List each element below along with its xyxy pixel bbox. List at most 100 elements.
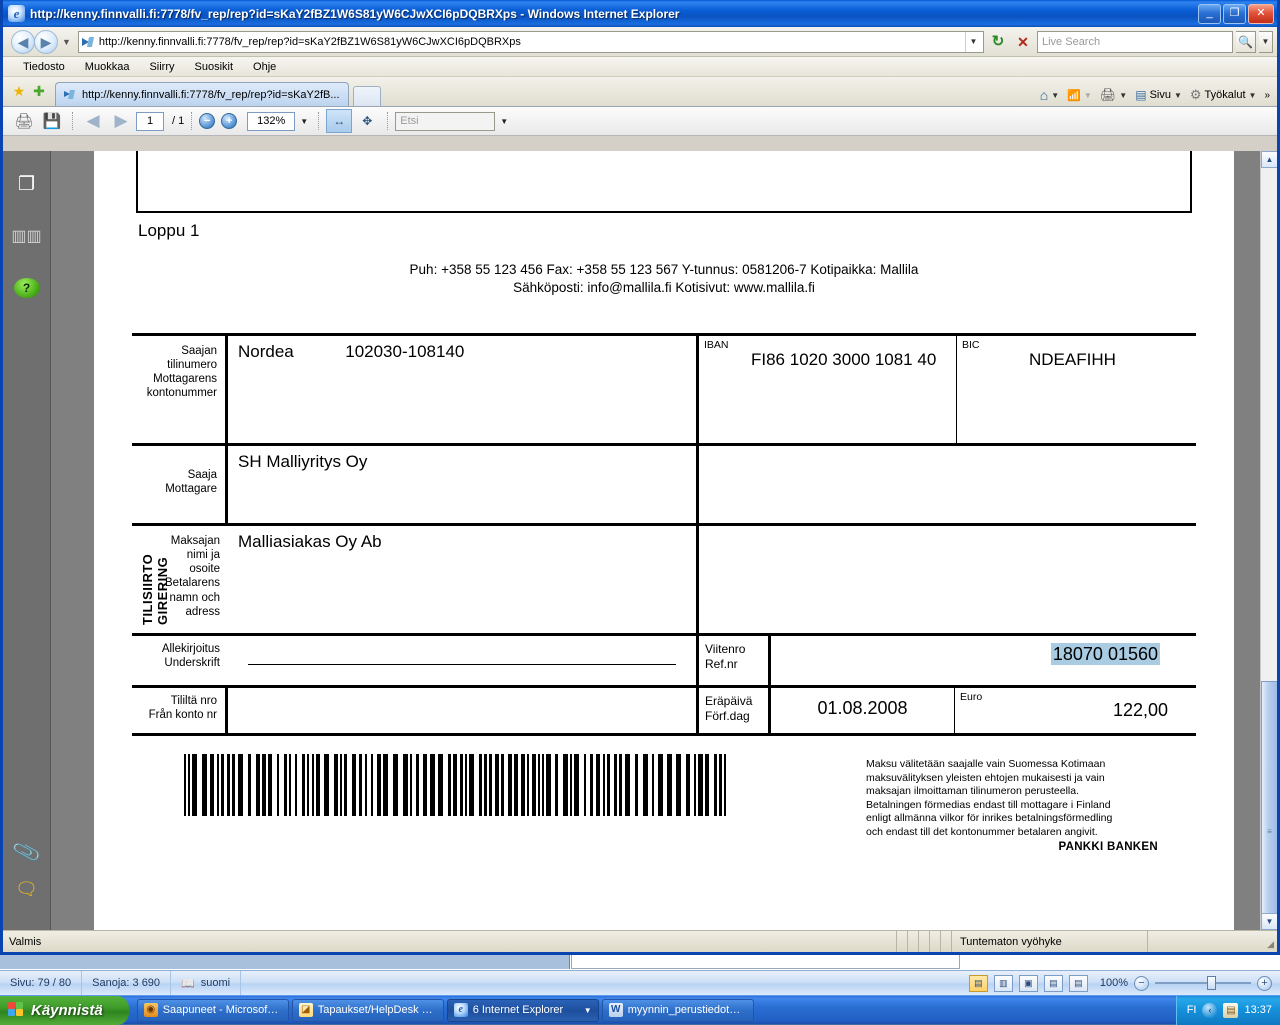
print-layout-view-button[interactable]: ▤ — [969, 975, 988, 992]
taskbar-item-label: myynnin_perustiedot… — [628, 1004, 741, 1016]
taskbar-item-outlook[interactable]: ◉ Saapuneet - Microsof… — [137, 999, 289, 1022]
word-word-count[interactable]: Sanoja: 3 690 — [82, 971, 171, 995]
search-icon[interactable]: 🔍 — [1236, 31, 1256, 53]
web-layout-view-button[interactable]: ▣ — [1019, 975, 1038, 992]
word-page-indicator[interactable]: Sivu: 79 / 80 — [0, 971, 82, 995]
zoom-chevron-down-icon[interactable]: ▼ — [297, 112, 311, 131]
toolbar-overflow-icon[interactable]: » — [1261, 90, 1273, 101]
print-button[interactable]: 🖨 ▼ — [1097, 87, 1130, 103]
tray-application-icon[interactable]: ▤ — [1223, 1003, 1238, 1018]
tools-menu-chevron-down-icon[interactable]: ▼ — [1249, 91, 1257, 100]
tab-bar: ★ ✚ http://kenny.finnvalli.fi:7778/fv_re… — [3, 77, 1277, 107]
recent-pages-chevron-down-icon[interactable]: ▼ — [62, 37, 71, 47]
reference-label: Viitenro Ref.nr — [699, 636, 771, 685]
menu-item-ohje[interactable]: Ohje — [243, 59, 286, 75]
word-zoom-slider[interactable] — [1155, 976, 1251, 990]
zoom-slider-knob[interactable] — [1207, 976, 1216, 990]
menu-item-tiedosto[interactable]: Tiedosto — [13, 59, 75, 75]
minimize-button[interactable]: _ — [1198, 4, 1221, 24]
viewer-print-icon[interactable]: 🖨 — [11, 109, 37, 133]
tools-menu-button[interactable]: ⚙ Työkalut ▼ — [1187, 87, 1260, 103]
new-tab-button[interactable] — [353, 86, 381, 106]
outline-view-button[interactable]: ▤ — [1044, 975, 1063, 992]
next-page-icon[interactable]: ▶ — [108, 109, 134, 133]
word-zoom-in-button[interactable]: + — [1257, 976, 1272, 991]
print-chevron-down-icon[interactable]: ▼ — [1119, 91, 1127, 100]
start-button[interactable]: Käynnistä — [0, 996, 129, 1025]
status-segment-1 — [896, 931, 907, 952]
taskbar-group-chevron-down-icon[interactable]: ▼ — [584, 1006, 592, 1015]
scroll-down-button[interactable]: ▼ — [1261, 913, 1277, 930]
comments-icon[interactable]: 🗨 — [15, 879, 38, 900]
search-input[interactable]: Live Search — [1037, 31, 1233, 53]
draft-view-button[interactable]: ▤ — [1069, 975, 1088, 992]
word-zoom-out-button[interactable]: − — [1134, 976, 1149, 991]
scrollbar-thumb[interactable]: ≡ — [1261, 681, 1277, 930]
favorites-star-icon[interactable]: ★ — [9, 81, 29, 101]
scroll-up-button[interactable]: ▲ — [1261, 151, 1277, 168]
stop-icon[interactable]: ✕ — [1012, 31, 1034, 53]
find-input[interactable]: Etsi — [395, 112, 495, 131]
taskbar-item-internet-explorer[interactable]: e 6 Internet Explorer ▼ — [447, 999, 599, 1022]
window-title-bar[interactable]: e http://kenny.finnvalli.fi:7778/fv_rep/… — [3, 0, 1277, 27]
word-page-label: Sivu: 79 / 80 — [10, 977, 71, 989]
search-provider-chevron-down-icon[interactable]: ▼ — [1259, 31, 1273, 53]
close-button[interactable]: ✕ — [1248, 4, 1274, 24]
tab-report[interactable]: http://kenny.finnvalli.fi:7778/fv_rep/re… — [55, 82, 349, 106]
thumbnails-icon[interactable]: ▥▥ — [12, 219, 42, 253]
feeds-chevron-down-icon[interactable]: ▼ — [1084, 91, 1092, 100]
viewer-save-icon[interactable]: 💾 — [39, 109, 65, 133]
zoom-out-button[interactable]: − — [199, 113, 215, 129]
forward-button[interactable]: ▶ — [34, 30, 58, 54]
legal-line-4: Betalningen förmedias endast till mottag… — [866, 799, 1158, 812]
menu-item-suosikit[interactable]: Suosikit — [185, 59, 244, 75]
menu-item-muokkaa[interactable]: Muokkaa — [75, 59, 140, 75]
taskbar-clock[interactable]: 13:37 — [1244, 1004, 1272, 1016]
back-button[interactable]: ◀ — [11, 30, 35, 54]
page-menu-button[interactable]: ▤ Sivu ▼ — [1132, 88, 1185, 102]
word-proofing-status[interactable]: 📖 suomi — [171, 971, 241, 995]
language-indicator[interactable]: FI — [1187, 1004, 1197, 1016]
resize-grip-icon[interactable]: ◢ — [1267, 939, 1274, 950]
legal-line-6: och endast till det kontonummer betalare… — [866, 826, 1158, 839]
feeds-button[interactable]: 📶 ▼ — [1064, 89, 1095, 102]
from-account-cell: Tililtä nro Från konto nr — [132, 688, 696, 733]
bic-value: NDEAFIHH — [961, 336, 1196, 370]
help-button[interactable]: ? — [12, 271, 42, 305]
status-text: Valmis — [3, 936, 896, 948]
address-bar-row: ◀ ▶ ▼ http://kenny.finnvalli.fi:7778/fv_… — [3, 27, 1277, 57]
page-menu-chevron-down-icon[interactable]: ▼ — [1174, 91, 1182, 100]
document-scroll-area[interactable]: Loppu 1 Puh: +358 55 123 456 Fax: +358 5… — [51, 151, 1277, 930]
attachments-icon[interactable]: 📎 — [11, 836, 43, 868]
taskbar-item-helpdesk[interactable]: ◪ Tapaukset/HelpDesk … — [292, 999, 444, 1022]
label-mottagare: Mottagare — [132, 482, 217, 496]
home-chevron-down-icon[interactable]: ▼ — [1051, 91, 1059, 100]
address-input[interactable]: http://kenny.finnvalli.fi:7778/fv_rep/re… — [78, 31, 984, 53]
maximize-button[interactable]: ❐ — [1223, 4, 1246, 24]
add-to-favorites-icon[interactable]: ✚ — [29, 81, 49, 101]
fit-width-button[interactable]: ↔ — [326, 109, 352, 133]
receiver-account-cell: Saajan tilinumero Mottagarens kontonumme… — [132, 336, 696, 443]
fit-page-button[interactable]: ✥ — [354, 109, 380, 133]
previous-page-icon[interactable]: ◀ — [80, 109, 106, 133]
zoom-level-input[interactable]: 132% — [247, 112, 295, 131]
home-button[interactable]: ⌂ ▼ — [1037, 87, 1062, 103]
toolbar-separator — [72, 112, 73, 130]
helpdesk-icon: ◪ — [299, 1003, 313, 1017]
find-chevron-down-icon[interactable]: ▼ — [497, 112, 511, 131]
address-chevron-down-icon[interactable]: ▼ — [965, 32, 981, 52]
zoom-in-button[interactable]: + — [221, 113, 237, 129]
security-zone-label[interactable]: Tuntematon vyöhyke — [951, 931, 1147, 952]
status-resize-area[interactable]: ◢ — [1147, 931, 1277, 952]
page-number-input[interactable]: 1 — [136, 112, 164, 131]
signature-label: Allekirjoitus Underskrift — [132, 636, 228, 685]
show-hidden-icons-chevron-icon[interactable]: ‹ — [1202, 1003, 1217, 1018]
status-segment-3 — [918, 931, 929, 952]
pages-icon[interactable]: ❐ — [12, 167, 42, 201]
taskbar-item-word-document[interactable]: W myynnin_perustiedot… — [602, 999, 754, 1022]
address-url-text: http://kenny.finnvalli.fi:7778/fv_rep/re… — [99, 36, 961, 48]
refresh-icon[interactable]: ↻ — [987, 31, 1009, 53]
menu-item-siirry[interactable]: Siirry — [139, 59, 184, 75]
full-screen-reading-view-button[interactable]: ▥ — [994, 975, 1013, 992]
document-vertical-scrollbar[interactable]: ▲ ≡ ▼ — [1260, 151, 1277, 930]
